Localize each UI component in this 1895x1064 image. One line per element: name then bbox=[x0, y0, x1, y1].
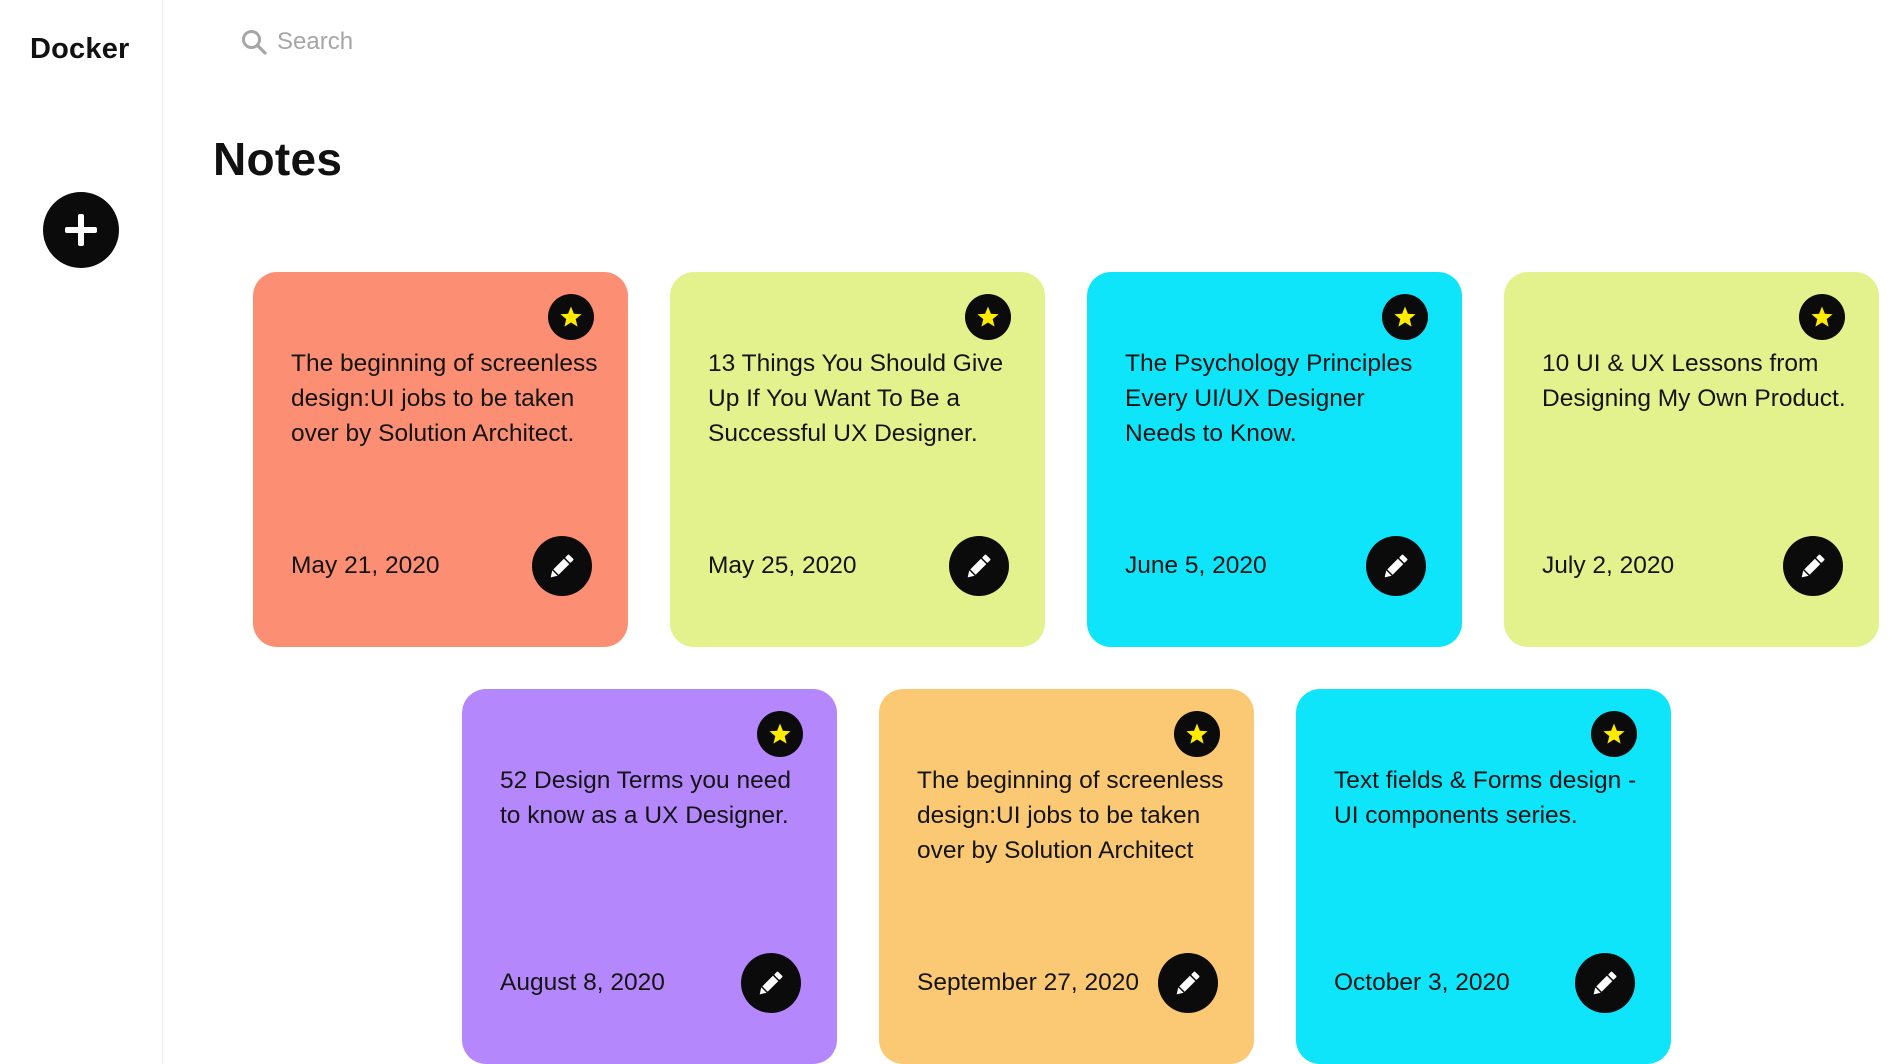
note-text: 13 Things You Should Give Up If You Want… bbox=[708, 350, 1004, 447]
note-text: 10 UI & UX Lessons from Designing My Own… bbox=[1542, 350, 1846, 412]
note-date: September 27, 2020 bbox=[917, 969, 1140, 996]
note-text: The beginning of screenless design:UI jo… bbox=[291, 350, 598, 447]
favorite-button[interactable] bbox=[1799, 294, 1845, 340]
note-text: The beginning of screenless design:UI jo… bbox=[917, 767, 1224, 864]
add-note-button[interactable] bbox=[43, 192, 119, 268]
pencil-icon bbox=[550, 554, 574, 578]
star-icon bbox=[1394, 306, 1416, 327]
star-icon bbox=[560, 306, 582, 327]
star-icon bbox=[1603, 723, 1625, 744]
edit-note-button[interactable] bbox=[1783, 536, 1843, 596]
pencil-icon bbox=[1593, 971, 1617, 995]
note-text: The Psychology Principles Every UI/UX De… bbox=[1125, 350, 1413, 447]
edit-note-button[interactable] bbox=[532, 536, 592, 596]
edit-note-button[interactable] bbox=[1575, 953, 1635, 1013]
favorite-button[interactable] bbox=[965, 294, 1011, 340]
star-icon bbox=[769, 723, 791, 744]
pencil-icon bbox=[1384, 554, 1408, 578]
favorite-button[interactable] bbox=[1174, 711, 1220, 757]
pencil-icon bbox=[967, 554, 991, 578]
note-card[interactable]: 13 Things You Should Give Up If You Want… bbox=[670, 272, 1045, 647]
search-icon bbox=[242, 30, 267, 55]
edit-note-button[interactable] bbox=[741, 953, 801, 1013]
edit-note-button[interactable] bbox=[949, 536, 1009, 596]
note-card[interactable]: The beginning of screenless design:UI jo… bbox=[879, 689, 1254, 1064]
star-icon bbox=[1811, 306, 1833, 327]
note-date: October 3, 2020 bbox=[1334, 969, 1510, 996]
note-card[interactable]: The Psychology Principles Every UI/UX De… bbox=[1087, 272, 1462, 647]
favorite-button[interactable] bbox=[1591, 711, 1637, 757]
note-card[interactable]: Text fields & Forms design - UI componen… bbox=[1296, 689, 1671, 1064]
edit-note-button[interactable] bbox=[1158, 953, 1218, 1013]
search-bar bbox=[240, 22, 677, 62]
note-date: May 21, 2020 bbox=[291, 552, 440, 579]
note-date: May 25, 2020 bbox=[708, 552, 857, 579]
star-icon bbox=[1186, 723, 1208, 744]
note-card[interactable]: 10 UI & UX Lessons from Designing My Own… bbox=[1504, 272, 1879, 647]
note-text: Text fields & Forms design - UI componen… bbox=[1334, 767, 1637, 829]
page-title: Notes bbox=[213, 133, 343, 185]
edit-note-button[interactable] bbox=[1366, 536, 1426, 596]
note-text: 52 Design Terms you need to know as a UX… bbox=[500, 767, 791, 829]
favorite-button[interactable] bbox=[1382, 294, 1428, 340]
pencil-icon bbox=[759, 971, 783, 995]
note-card[interactable]: The beginning of screenless design:UI jo… bbox=[253, 272, 628, 647]
pencil-icon bbox=[1801, 554, 1825, 578]
note-date: August 8, 2020 bbox=[500, 969, 665, 996]
pencil-icon bbox=[1176, 971, 1200, 995]
note-card[interactable]: 52 Design Terms you need to know as a UX… bbox=[462, 689, 837, 1064]
favorite-button[interactable] bbox=[757, 711, 803, 757]
star-icon bbox=[977, 306, 999, 327]
app-logo: Docker bbox=[30, 33, 130, 65]
note-date: July 2, 2020 bbox=[1542, 552, 1675, 579]
plus-icon bbox=[65, 214, 97, 246]
search-input[interactable] bbox=[277, 28, 677, 56]
sidebar: Docker bbox=[0, 0, 163, 1064]
note-date: June 5, 2020 bbox=[1125, 552, 1267, 579]
favorite-button[interactable] bbox=[548, 294, 594, 340]
